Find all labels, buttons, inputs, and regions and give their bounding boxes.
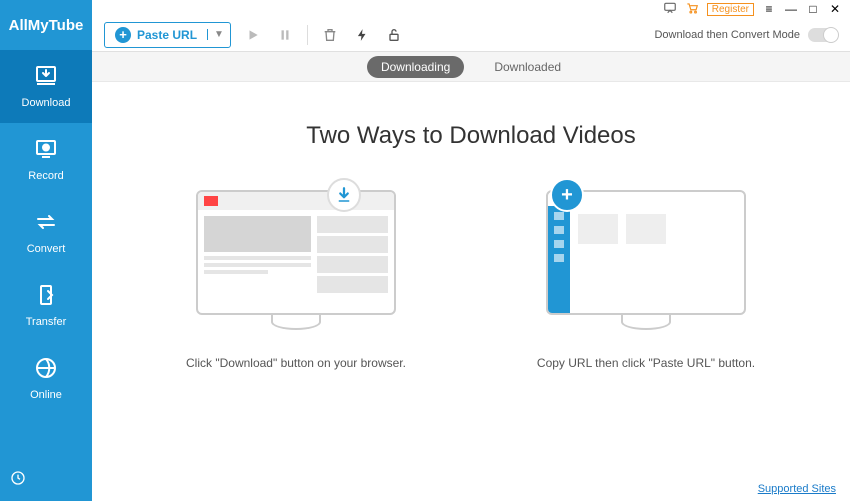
register-button[interactable]: Register [707, 3, 754, 16]
paste-url-dropdown[interactable]: ▼ [207, 29, 230, 40]
paste-url-button[interactable]: + Paste URL [105, 27, 207, 43]
titlebar: Register ≡ — □ ✕ [92, 0, 850, 18]
main-area: Register ≡ — □ ✕ + Paste URL ▼ [92, 0, 850, 501]
sidebar-item-label: Convert [27, 243, 66, 255]
plus-badge-icon: + [550, 178, 584, 212]
card-paste-url: + Copy URL then click "Paste URL" button… [516, 190, 776, 372]
close-button[interactable]: ✕ [828, 2, 842, 16]
tab-downloaded[interactable]: Downloaded [480, 56, 575, 78]
sidebar-item-label: Record [28, 170, 63, 182]
card-caption: Copy URL then click "Paste URL" button. [537, 354, 755, 372]
sidebar-item-label: Online [30, 389, 62, 401]
maximize-button[interactable]: □ [806, 2, 820, 16]
app-logo: AllMyTube [0, 0, 92, 50]
tab-downloading[interactable]: Downloading [367, 56, 464, 78]
monitor-illustration [196, 190, 396, 315]
sidebar-item-transfer[interactable]: Transfer [0, 269, 92, 342]
card-caption: Click "Download" button on your browser. [186, 354, 406, 372]
paste-url-label: Paste URL [137, 28, 197, 42]
download-badge-icon [327, 178, 361, 212]
lock-icon[interactable] [384, 25, 404, 45]
divider [307, 25, 308, 45]
cards-row: Click "Download" button on your browser.… [166, 190, 776, 372]
tabs-bar: Downloading Downloaded [92, 52, 850, 82]
feedback-icon[interactable] [663, 1, 677, 18]
sidebar: AllMyTube Download Record Convert Transf… [0, 0, 92, 501]
content-area: Two Ways to Download Videos [92, 82, 850, 501]
convert-icon [34, 210, 58, 237]
online-icon [34, 356, 58, 383]
minimize-button[interactable]: — [784, 2, 798, 16]
toolbar: + Paste URL ▼ Download then C [92, 18, 850, 52]
sidebar-item-label: Download [22, 97, 71, 109]
trash-icon[interactable] [320, 25, 340, 45]
sidebar-item-record[interactable]: Record [0, 123, 92, 196]
cart-icon[interactable] [685, 1, 699, 18]
page-heading: Two Ways to Download Videos [306, 122, 636, 150]
menu-icon[interactable]: ≡ [762, 2, 776, 16]
clock-icon[interactable] [10, 470, 26, 491]
play-icon[interactable] [243, 25, 263, 45]
sidebar-item-download[interactable]: Download [0, 50, 92, 123]
supported-sites-link[interactable]: Supported Sites [758, 483, 836, 495]
sidebar-item-online[interactable]: Online [0, 342, 92, 415]
paste-url-button-group: + Paste URL ▼ [104, 22, 231, 48]
convert-mode-toggle[interactable] [808, 28, 838, 42]
convert-mode-label: Download then Convert Mode [654, 29, 800, 41]
transfer-icon [34, 283, 58, 310]
sidebar-item-label: Transfer [26, 316, 67, 328]
pause-icon[interactable] [275, 25, 295, 45]
lightning-icon[interactable] [352, 25, 372, 45]
sidebar-item-convert[interactable]: Convert [0, 196, 92, 269]
card-browser-download: Click "Download" button on your browser. [166, 190, 426, 372]
download-icon [34, 64, 58, 91]
plus-icon: + [115, 27, 131, 43]
record-icon [34, 137, 58, 164]
